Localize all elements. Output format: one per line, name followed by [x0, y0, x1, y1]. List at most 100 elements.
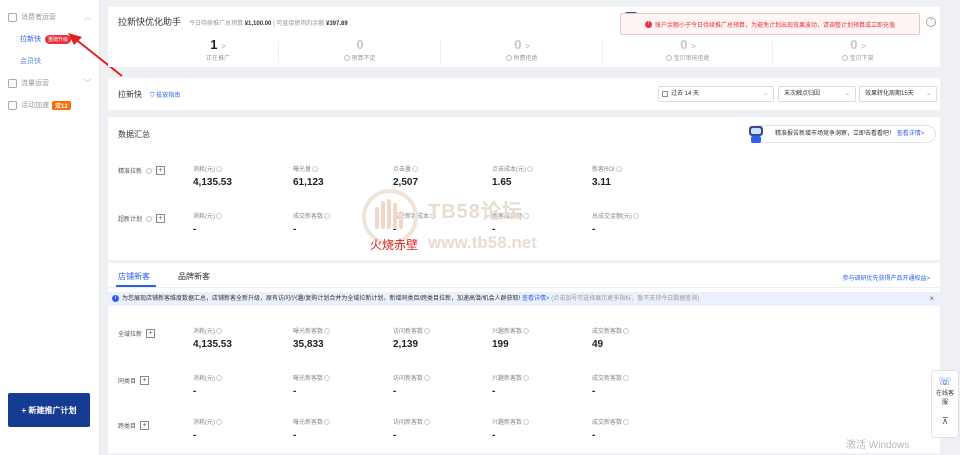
back-to-top-icon[interactable]: ⊼ [932, 416, 958, 427]
metric-label: 兴趣新客数 [492, 376, 523, 382]
windows-activation-mark: 激活 Windows [846, 440, 910, 451]
info-icon [344, 55, 351, 62]
metric-value: - [193, 430, 197, 441]
metric-interest-new: 兴趣新客数 - [492, 417, 592, 441]
add-metric-button[interactable]: + [156, 214, 166, 223]
info-icon [216, 166, 222, 173]
metric-label: 兴趣新客数 [492, 420, 523, 426]
row-label-text: 跨类目 [118, 424, 137, 430]
row-label-text: 全域拉新 [118, 332, 143, 338]
info-icon [842, 55, 849, 62]
metric-label: 成交新客数 [592, 329, 623, 335]
stat-number: 0 [850, 37, 858, 52]
info-icon [146, 167, 153, 174]
chevron-right-icon: > [221, 42, 226, 51]
nav-group-activity[interactable]: 活动加速 双12 [0, 94, 99, 116]
metric-value: 1.65 [492, 177, 512, 188]
tab-brand-new[interactable]: 品牌新客 [178, 271, 210, 282]
metric-impression-new: 曝光新客数 - [293, 373, 393, 397]
guide-link[interactable]: ⛉ 投放指南 [150, 90, 180, 100]
tab-store-new[interactable]: 店铺新客 [118, 271, 150, 282]
collapse-up-icon[interactable]: ⌃ [926, 17, 936, 27]
online-service-widget[interactable]: ☏ 在线客服 ⊼ [931, 370, 959, 438]
metric-value: - [293, 224, 297, 235]
divider [772, 41, 773, 63]
info-icon [324, 419, 331, 426]
new-plan-button[interactable]: + 新建推广计划 [8, 393, 90, 427]
section-title: 数据汇总 [118, 130, 150, 139]
chevron-right-icon: > [691, 42, 696, 51]
metric-visit-new: 访问新客数 - [393, 373, 493, 397]
metric-total-gmv: 总成交金额(元) - [592, 211, 692, 235]
metric-label: 新客ROI [592, 167, 615, 173]
metric-label: 曝光新客数 [293, 329, 324, 335]
info-icon [216, 213, 222, 220]
section-title: 拉新快 [118, 90, 142, 99]
metric-value: 2,139 [393, 339, 419, 350]
info-icon [666, 55, 673, 62]
chevron-right-icon: > [861, 42, 866, 51]
attribution-select[interactable]: 末次触点归因 ⌄ [778, 86, 856, 102]
upgrade-notice: i 为您展现店铺新客维度数据汇总，店铺新客全新升级，原有访问/兴趣/复购计划合并… [108, 292, 940, 306]
metric-value: - [293, 430, 297, 441]
add-metric-button[interactable]: + [146, 329, 156, 338]
stat-budget-short[interactable]: 0 预算不足 [280, 37, 440, 62]
metric-value: - [592, 430, 596, 441]
metric-label: 成交新客数 [592, 420, 623, 426]
metric-label: 成交新客成本 [393, 214, 430, 220]
report-detail-link[interactable]: 查看详情> [897, 131, 925, 137]
add-metric-button[interactable]: + [156, 166, 166, 175]
metric-cost: 消耗(元) 4,135.53 [193, 164, 293, 188]
balance-alert[interactable]: ! 账户余额小于今日待续推广总预算，为避免计划出现效果波动，请调整计划预算或立即… [620, 13, 920, 35]
book-icon: ⛉ [150, 93, 155, 99]
notice-tail: (点击加号可选择展示更多指标，暂不支持今日数据查询) [551, 296, 700, 302]
report-tip[interactable]: 精准报告新增市场竞争洞察，立即去看看吧！ 查看详情> [749, 125, 936, 143]
stat-item-audit-rejected[interactable]: 0 > 宝贝审核拒绝 [608, 37, 768, 62]
info-icon [523, 419, 530, 426]
metric-label: 成交新客数 [293, 214, 324, 220]
stat-active[interactable]: 1 > 正在推广 [138, 37, 298, 62]
notice-detail-link[interactable]: 查看详情> [522, 296, 550, 302]
metric-value: - [393, 386, 397, 397]
add-metric-button[interactable]: + [140, 376, 150, 385]
row-label-same-category: 同类目 + [118, 376, 150, 385]
divider [278, 41, 279, 63]
metric-value: 35,833 [293, 339, 324, 350]
metric-cost: 消耗(元) - [193, 211, 293, 235]
select-value: 末次触点归因 [784, 91, 821, 97]
headset-icon: ☏ [938, 376, 952, 388]
metric-label: 消耗(元) [193, 214, 215, 220]
row-label-precise: 精准拉新 + [118, 166, 166, 175]
conversion-period-select[interactable]: 效果转化周期15天 ⌄ [859, 86, 937, 102]
info-icon: i [112, 295, 119, 302]
add-metric-button[interactable]: + [140, 421, 150, 430]
filter-bar: 拉新快 ⛉ 投放指南 过去 14 天 ⌄ 末次触点归因 ⌄ 效果转化周期15天 … [108, 78, 940, 110]
nav-group-label: 活动加速 [21, 102, 49, 109]
info-icon [324, 375, 331, 382]
close-icon[interactable]: × [929, 292, 934, 306]
double12-badge: 双12 [52, 100, 71, 110]
stat-label: 宝贝下架 [849, 56, 874, 62]
metric-label: 访问新客数 [393, 329, 424, 335]
metric-deal-new: 成交新客数 - [592, 417, 692, 441]
sidebar-item-label: 会员快 [20, 58, 41, 65]
date-range-select[interactable]: 过去 14 天 ⌄ [658, 86, 774, 102]
stat-fee-rejected[interactable]: 0 > 附费拒绝 [442, 37, 602, 62]
page-title: 拉新快优化助手 [118, 17, 182, 27]
row-label-super: 超新计划 + [118, 214, 166, 223]
warning-icon: ! [645, 20, 652, 28]
info-icon [633, 213, 639, 220]
metric-visit-new: 访问新客数 - [393, 417, 493, 441]
stat-item-offline[interactable]: 0 > 宝贝下架 [778, 37, 938, 62]
service-label: 在线客服 [935, 391, 954, 406]
metric-label: 总成交金额(元) [592, 214, 632, 220]
nav-group-consumer[interactable]: 消费者运营 ︿ [0, 6, 99, 28]
info-icon [523, 328, 530, 335]
info-icon [216, 375, 222, 382]
stat-number: 0 [356, 37, 364, 52]
info-icon [506, 55, 513, 62]
metric-label: 点击量 [393, 167, 412, 173]
metric-value: - [592, 224, 596, 235]
survey-link[interactable]: 参与调研优先获得产品开通权益> [842, 273, 930, 282]
nav-group-label: 流量运营 [21, 80, 49, 87]
